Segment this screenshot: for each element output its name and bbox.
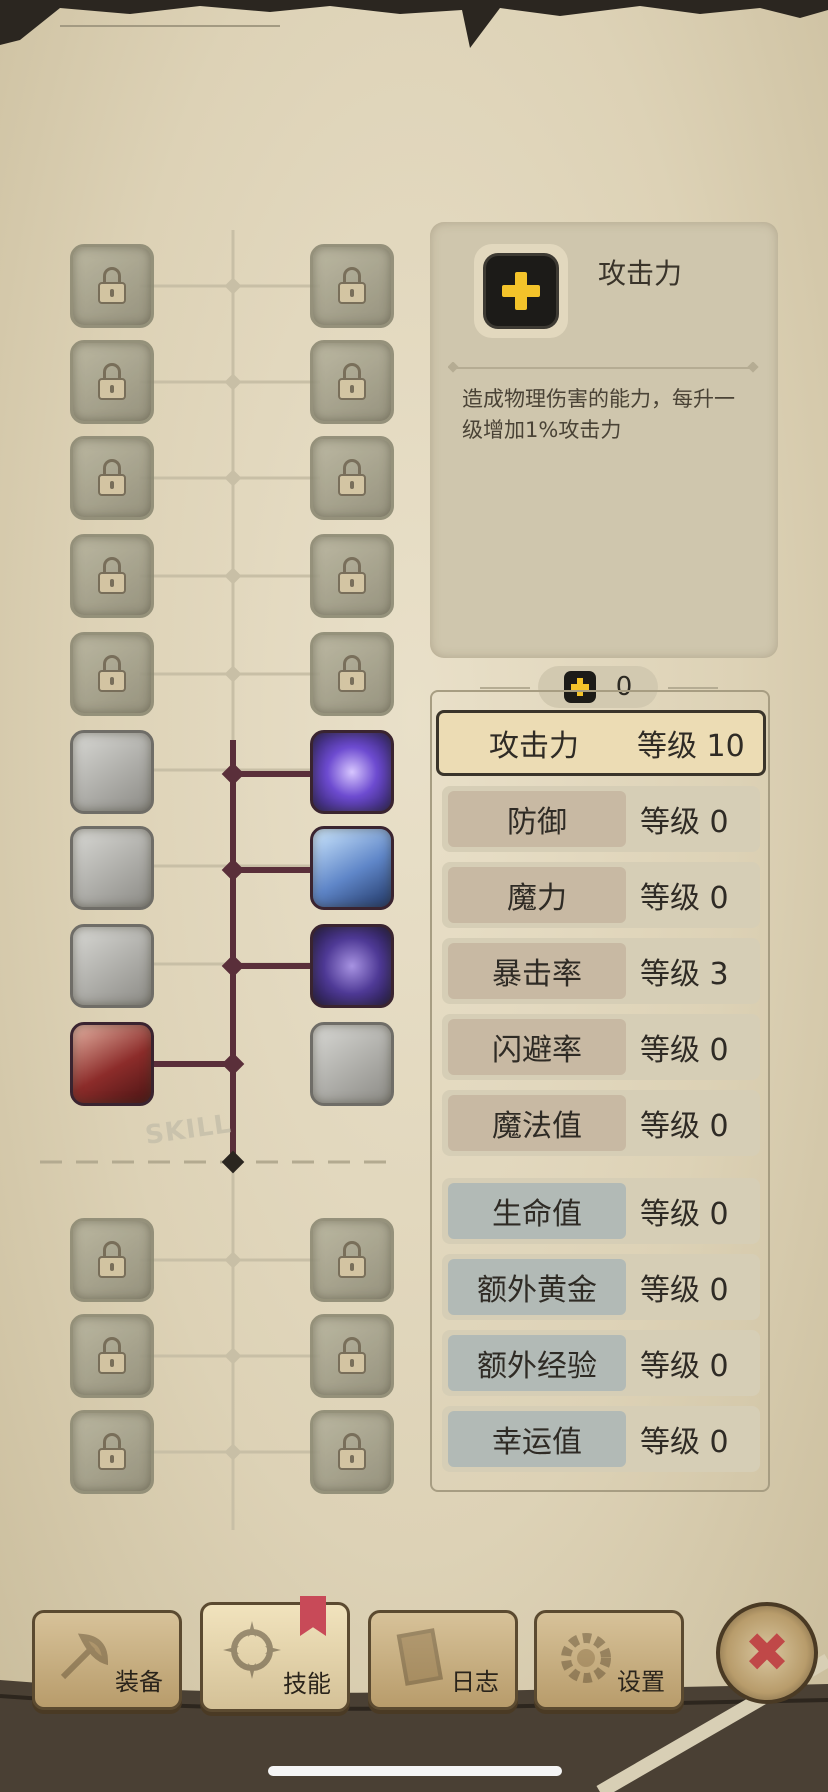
lock-icon [95, 1337, 129, 1375]
stat-level: 等级 0 [640, 1033, 729, 1068]
info-description: 造成物理伤害的能力，每升一级增加1%攻击力 [462, 387, 735, 442]
lock-icon [335, 1337, 369, 1375]
lock-icon [95, 1241, 129, 1279]
lock-icon [95, 1433, 129, 1471]
lock-icon [335, 1241, 369, 1279]
nav-log-label: 日志 [451, 1668, 499, 1696]
skill-slot-locked[interactable] [310, 1218, 394, 1302]
stat-level: 等级 0 [640, 1425, 729, 1460]
stat-level: 等级 0 [640, 1197, 729, 1232]
skill-slot-locked[interactable] [310, 632, 394, 716]
info-title: 攻击力 [598, 257, 683, 290]
info-icon-frame [474, 244, 568, 338]
lock-icon [335, 459, 369, 497]
lock-icon [95, 655, 129, 693]
stat-row[interactable]: 幸运值 等级 0 [442, 1406, 760, 1472]
skill-slot-sword-icon[interactable] [70, 730, 154, 814]
skill-slot-locked[interactable] [310, 244, 394, 328]
skill-slot-locked[interactable] [70, 244, 154, 328]
stat-row[interactable]: 防御 等级 0 [442, 786, 760, 852]
skill-slot-locked[interactable] [70, 1314, 154, 1398]
stat-level: 等级 0 [640, 1109, 729, 1144]
stat-level: 等级 0 [640, 805, 729, 840]
lock-icon [95, 557, 129, 595]
skill-slot-locked[interactable] [310, 1314, 394, 1398]
skill-emblem-icon [223, 1621, 281, 1679]
nav-equipment-button[interactable]: 装备 [32, 1610, 182, 1710]
stat-name: 幸运值 [448, 1411, 626, 1467]
nav-equipment-label: 装备 [115, 1668, 163, 1696]
close-icon: ✖ [744, 1621, 790, 1684]
skill-slot-locked[interactable] [70, 1218, 154, 1302]
skill-slot-locked[interactable] [310, 1410, 394, 1494]
stat-level: 等级 0 [640, 1273, 729, 1308]
skill-slot-cross-blade-icon[interactable] [70, 1022, 154, 1106]
skill-slot-locked[interactable] [70, 436, 154, 520]
home-indicator [268, 1766, 562, 1776]
stat-name: 魔法值 [448, 1095, 626, 1151]
top-border [0, 0, 828, 50]
journal-icon [396, 1628, 444, 1686]
stat-level: 等级 10 [637, 729, 745, 764]
nav-log-button[interactable]: 日志 [368, 1610, 518, 1710]
skill-slot-locked[interactable] [70, 1410, 154, 1494]
stat-name: 暴击率 [448, 943, 626, 999]
skill-slot-lightning-icon[interactable] [70, 924, 154, 1008]
lock-icon [335, 655, 369, 693]
lock-icon [335, 267, 369, 305]
nav-settings-label: 设置 [617, 1668, 665, 1696]
stat-name: 防御 [448, 791, 626, 847]
lock-icon [95, 459, 129, 497]
close-button[interactable]: ✖ [716, 1602, 818, 1704]
skill-slot-vortex-icon[interactable] [310, 924, 394, 1008]
lock-icon [335, 557, 369, 595]
nav-skills-button[interactable]: 技能 [200, 1602, 350, 1712]
skill-slot-shadow-icon[interactable] [70, 826, 154, 910]
skill-slot-locked[interactable] [70, 340, 154, 424]
plus-icon [486, 256, 556, 326]
stat-name: 魔力 [448, 867, 626, 923]
stat-level: 等级 3 [640, 957, 729, 992]
stat-row[interactable]: 魔力 等级 0 [442, 862, 760, 928]
stat-level: 等级 0 [640, 881, 729, 916]
stat-row[interactable]: 攻击力 等级 10 [436, 710, 766, 776]
skill-tree [0, 230, 420, 1530]
stat-name: 攻击力 [489, 729, 579, 764]
stat-row[interactable]: 暴击率 等级 3 [442, 938, 760, 1004]
skill-slot-locked[interactable] [310, 436, 394, 520]
skill-slot-locked[interactable] [70, 534, 154, 618]
stat-row[interactable]: 额外经验 等级 0 [442, 1330, 760, 1396]
stats-list: 攻击力 等级 10 防御 等级 0 魔力 等级 0 暴击率 等级 3 闪避率 等… [430, 690, 770, 1492]
lock-icon [95, 267, 129, 305]
stat-name: 闪避率 [448, 1019, 626, 1075]
skill-slot-eye-icon[interactable] [310, 730, 394, 814]
skill-info-panel: 攻击力 造成物理伤害的能力，每升一级增加1%攻击力 [430, 222, 778, 658]
skill-slot-sparkle-icon[interactable] [310, 1022, 394, 1106]
info-divider [448, 362, 759, 373]
stat-name: 生命值 [448, 1183, 626, 1239]
axe-icon [60, 1633, 109, 1680]
stat-row[interactable]: 魔法值 等级 0 [442, 1090, 760, 1156]
nav-skills-label: 技能 [283, 1670, 331, 1698]
skill-slot-locked[interactable] [310, 534, 394, 618]
stat-row[interactable]: 闪避率 等级 0 [442, 1014, 760, 1080]
skill-slot-locked[interactable] [70, 632, 154, 716]
skill-slot-wind-blade-icon[interactable] [310, 826, 394, 910]
gear-icon [561, 1633, 611, 1683]
lock-icon [335, 1433, 369, 1471]
stat-row[interactable]: 额外黄金 等级 0 [442, 1254, 760, 1320]
lock-icon [335, 363, 369, 401]
stat-name: 额外黄金 [448, 1259, 626, 1315]
skill-slot-locked[interactable] [310, 340, 394, 424]
stat-name: 额外经验 [448, 1335, 626, 1391]
lock-icon [95, 363, 129, 401]
nav-settings-button[interactable]: 设置 [534, 1610, 684, 1710]
stat-level: 等级 0 [640, 1349, 729, 1384]
stat-row[interactable]: 生命值 等级 0 [442, 1178, 760, 1244]
